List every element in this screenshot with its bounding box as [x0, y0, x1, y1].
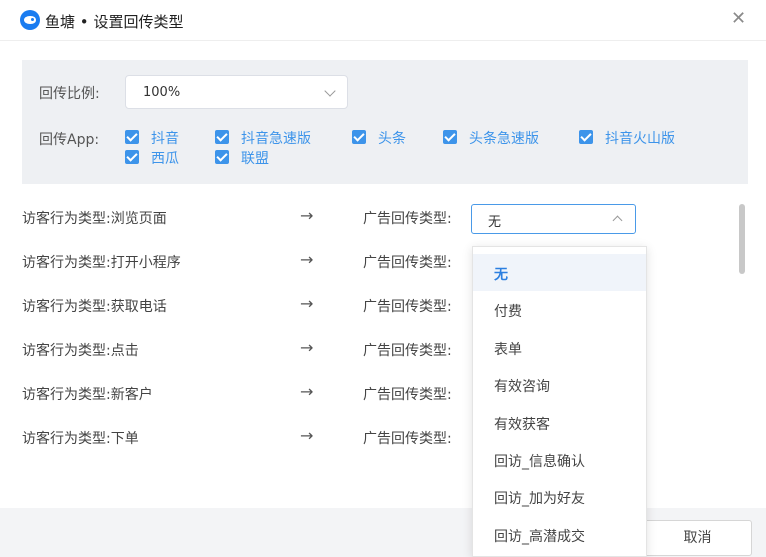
app-checkbox-label: 头条: [378, 131, 406, 147]
dropdown-option[interactable]: 表单: [473, 329, 646, 366]
title-separator: •: [79, 13, 89, 31]
ad-type-select[interactable]: 无: [471, 204, 636, 234]
checkbox-checked-icon[interactable]: [215, 150, 229, 164]
app-checkbox-label: 抖音火山版: [605, 131, 675, 147]
visitor-type-label: 访客行为类型:浏览页面: [22, 211, 167, 227]
ratio-label: 回传比例:: [39, 86, 100, 102]
app-label: 回传App:: [39, 132, 100, 148]
ad-type-label: 广告回传类型:: [363, 255, 452, 271]
checkbox-checked-icon[interactable]: [443, 130, 457, 144]
dropdown-option[interactable]: 回访_信息确认: [473, 441, 646, 478]
dropdown-option[interactable]: 有效获客: [473, 404, 646, 441]
arrow-right-icon: →: [300, 338, 314, 357]
chevron-down-icon: [324, 85, 336, 97]
checkbox-checked-icon[interactable]: [125, 130, 139, 144]
dropdown-option-label: 表单: [494, 342, 522, 358]
app-checkbox-label: 西瓜: [151, 151, 179, 167]
arrow-right-icon: →: [300, 250, 314, 269]
arrow-right-icon: →: [300, 426, 314, 445]
ad-type-label: 广告回传类型:: [363, 299, 452, 315]
dropdown-option-label: 有效获客: [494, 417, 550, 433]
dropdown-option[interactable]: 回访_高潜成交: [473, 516, 646, 553]
ad-type-select-value: 无: [488, 215, 502, 230]
dropdown-option-label: 有效咨询: [494, 379, 550, 395]
checkbox-checked-icon[interactable]: [352, 130, 366, 144]
dropdown-option-label: 回访_加为好友: [494, 491, 585, 507]
dropdown-option-label: 无: [494, 267, 508, 283]
ratio-select-value: 100%: [143, 85, 181, 100]
cancel-button[interactable]: 取消: [643, 520, 752, 556]
arrow-right-icon: →: [300, 206, 314, 225]
dialog-title-text: 设置回传类型: [93, 13, 184, 31]
dropdown-option[interactable]: 付费: [473, 291, 646, 328]
dropdown-option-label: 回访_高潜成交: [494, 529, 585, 545]
scrollbar[interactable]: [739, 204, 745, 274]
ad-type-label: 广告回传类型:: [363, 387, 452, 403]
checkbox-checked-icon[interactable]: [125, 150, 139, 164]
ad-type-dropdown: 无 付费 表单 有效咨询 有效获客 回访_信息确认 回访_加为好友 回访_高潜成…: [472, 246, 647, 557]
arrow-right-icon: →: [300, 294, 314, 313]
dropdown-option[interactable]: 有效咨询: [473, 366, 646, 403]
checkbox-checked-icon[interactable]: [215, 130, 229, 144]
visitor-type-label: 访客行为类型:打开小程序: [22, 255, 181, 271]
dropdown-option-label: 付费: [494, 304, 522, 320]
ratio-select[interactable]: 100%: [125, 75, 348, 109]
arrow-right-icon: →: [300, 382, 314, 401]
checkbox-checked-icon[interactable]: [579, 130, 593, 144]
chevron-up-icon: [612, 215, 623, 226]
app-checkbox-label: 抖音: [151, 131, 179, 147]
dropdown-option[interactable]: 回访_加为好友: [473, 478, 646, 515]
config-panel: 回传比例: 100% 回传App: 抖音 抖音急速版 头条 头条急速版 抖音火山…: [22, 60, 748, 184]
ad-type-label: 广告回传类型:: [363, 211, 452, 227]
fish-logo-icon: [20, 10, 40, 30]
visitor-type-label: 访客行为类型:新客户: [22, 387, 153, 403]
dropdown-option[interactable]: 无: [473, 254, 646, 291]
dialog-titlebar: 鱼塘 • 设置回传类型 ✕: [0, 0, 766, 41]
visitor-type-label: 访客行为类型:点击: [22, 343, 139, 359]
app-name: 鱼塘: [45, 13, 76, 31]
visitor-type-label: 访客行为类型:获取电话: [22, 299, 167, 315]
ad-type-label: 广告回传类型:: [363, 343, 452, 359]
dialog-title: 鱼塘 • 设置回传类型: [45, 11, 183, 32]
app-checkbox-label: 头条急速版: [469, 131, 539, 147]
dropdown-option-label: 回访_信息确认: [494, 454, 585, 470]
close-icon[interactable]: ✕: [731, 9, 746, 29]
visitor-type-label: 访客行为类型:下单: [22, 431, 139, 447]
app-checkbox-label: 抖音急速版: [241, 131, 311, 147]
app-checkbox-label: 联盟: [241, 151, 269, 167]
ad-type-label: 广告回传类型:: [363, 431, 452, 447]
